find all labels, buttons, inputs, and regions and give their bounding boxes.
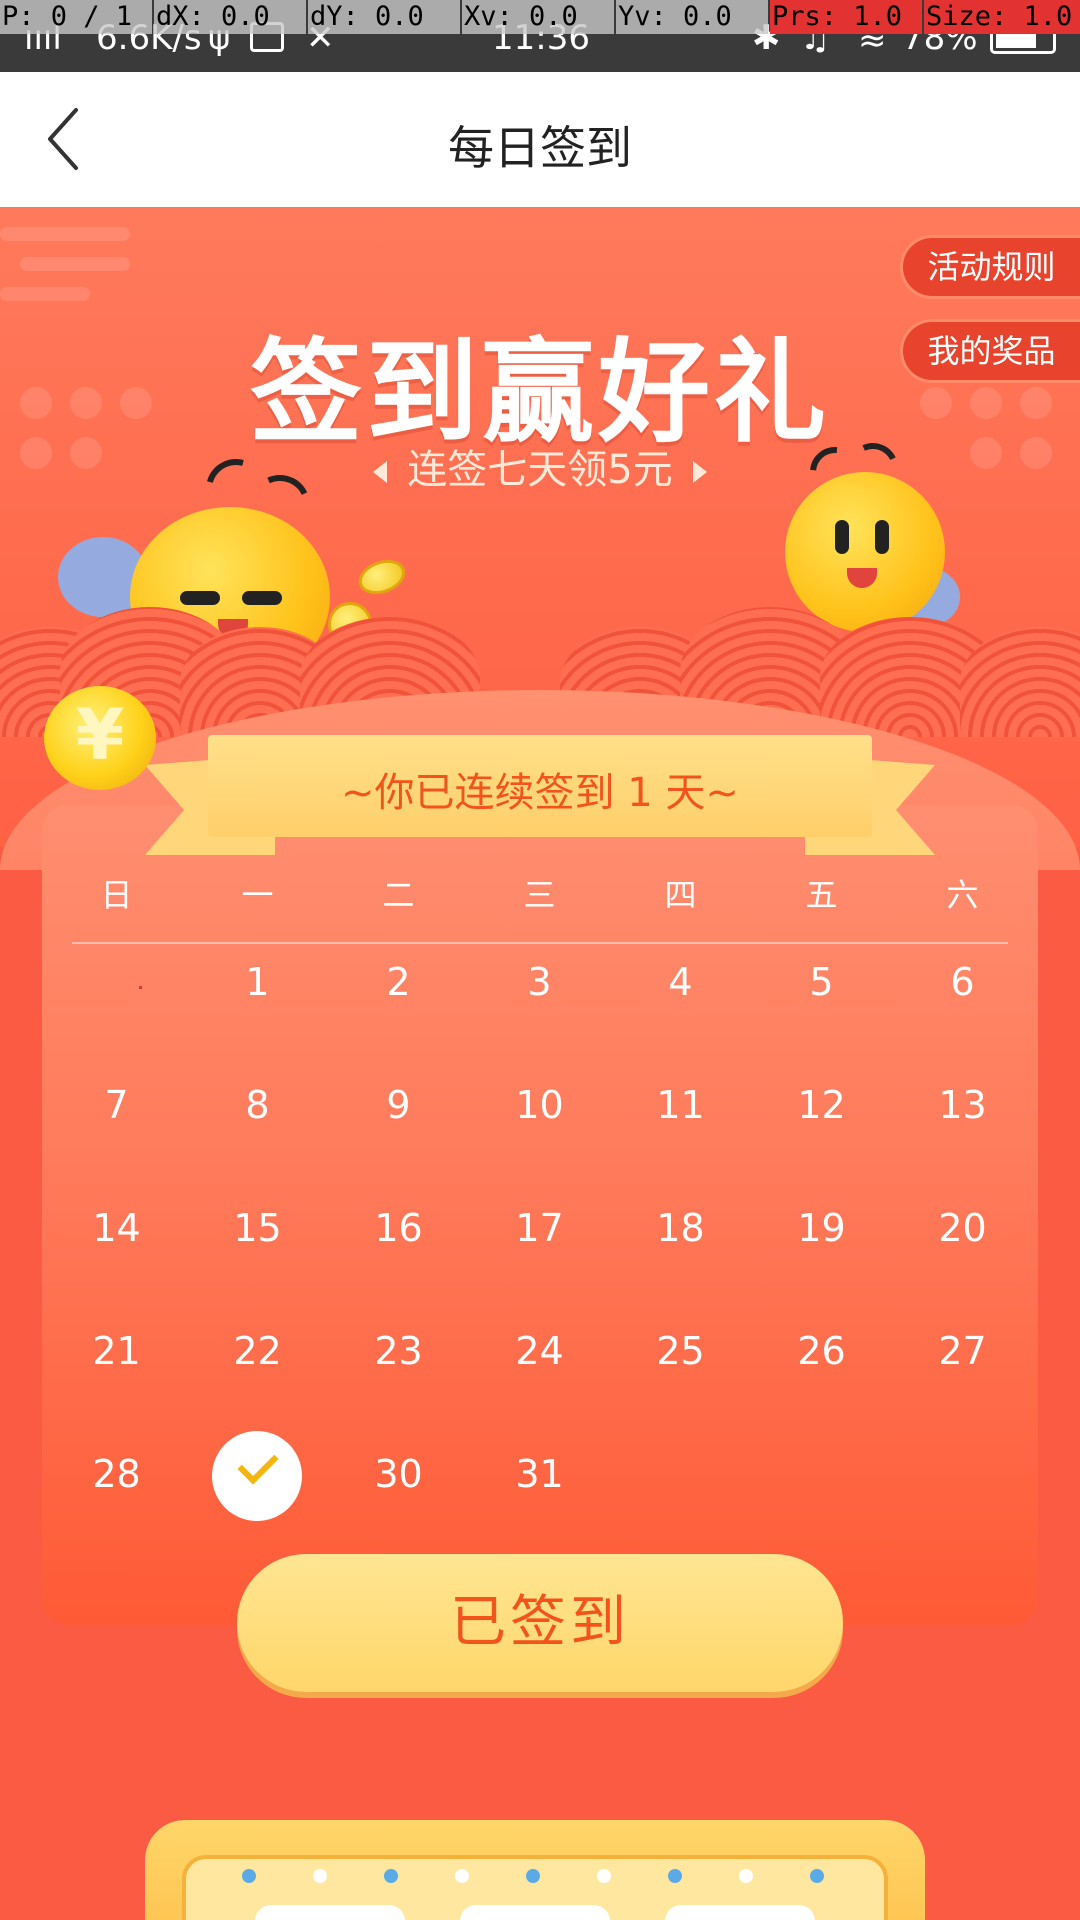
weekday-wed: 三 xyxy=(523,876,556,914)
banner-subtitle: 连签七天领5元 xyxy=(0,437,1080,495)
banner-subtitle-text: 连签七天领5元 xyxy=(407,447,673,493)
streak-text: ~你已连续签到 1 天~ xyxy=(341,770,739,816)
calendar-day[interactable]: 1 xyxy=(187,960,328,1004)
calendar-day[interactable]: 3 xyxy=(469,960,610,1004)
nav-bar: 每日签到 xyxy=(0,72,1080,207)
marquee-light xyxy=(455,1869,469,1883)
weekday-mon: 一 xyxy=(241,876,274,914)
marquee-light xyxy=(810,1869,824,1883)
debug-size: Size: 1.0 xyxy=(924,0,1080,34)
calendar-day[interactable]: 11 xyxy=(610,1083,751,1127)
calendar-day[interactable]: 9 xyxy=(328,1083,469,1127)
calendar-day[interactable]: 7 xyxy=(46,1083,187,1127)
calendar-day[interactable]: 20 xyxy=(892,1206,1033,1250)
coin-icon xyxy=(353,553,411,601)
calendar-day[interactable]: 4 xyxy=(610,960,751,1004)
calendar-day[interactable]: 22 xyxy=(187,1329,328,1373)
calendar-day[interactable]: 26 xyxy=(751,1329,892,1373)
page-title: 每日签到 xyxy=(448,121,632,175)
marquee-light xyxy=(242,1869,256,1883)
debug-xv: Xv: 0.0 xyxy=(462,0,614,34)
calendar-day[interactable]: 30 xyxy=(328,1452,469,1496)
marquee-light xyxy=(597,1869,611,1883)
calendar-day[interactable]: 5 xyxy=(751,960,892,1004)
empty-day-dot xyxy=(139,986,142,989)
weekday-sat: 六 xyxy=(946,876,979,914)
triangle-left-icon xyxy=(373,461,388,483)
marquee-light xyxy=(384,1869,398,1883)
calendar-day[interactable]: 23 xyxy=(328,1329,469,1373)
calendar-day[interactable]: 13 xyxy=(892,1083,1033,1127)
bee-mascot-right xyxy=(785,472,945,632)
signed-in-button[interactable]: 已签到 xyxy=(237,1554,843,1692)
yen-coin-icon: ¥ xyxy=(44,686,156,790)
marquee-light xyxy=(526,1869,540,1883)
calendar-day[interactable]: 25 xyxy=(610,1329,751,1373)
calendar-day[interactable]: 31 xyxy=(469,1452,610,1496)
calendar-day[interactable]: 28 xyxy=(46,1452,187,1496)
my-prizes-button[interactable]: 我的奖品 xyxy=(900,319,1080,383)
calendar-day[interactable]: 18 xyxy=(610,1206,751,1250)
debug-pressure: Prs: 1.0 xyxy=(770,0,922,34)
marquee-light xyxy=(313,1869,327,1883)
calendar-day[interactable]: 6 xyxy=(892,960,1033,1004)
calendar-day[interactable]: 27 xyxy=(892,1329,1033,1373)
weekday-divider xyxy=(72,942,1008,944)
debug-yv: Yv: 0.0 xyxy=(616,0,768,34)
calendar-day[interactable]: 17 xyxy=(469,1206,610,1250)
debug-dx: dX: 0.0 xyxy=(154,0,306,34)
calendar-day-checked[interactable] xyxy=(212,1431,302,1521)
activity-rules-button[interactable]: 活动规则 xyxy=(900,235,1080,299)
weekday-sun: 日 xyxy=(100,876,133,914)
calendar-day[interactable]: 8 xyxy=(187,1083,328,1127)
debug-pointer-count: P: 0 / 1 xyxy=(0,0,152,34)
prize-slot[interactable] xyxy=(460,1905,610,1920)
calendar-day[interactable]: 19 xyxy=(751,1206,892,1250)
calendar-day[interactable]: 14 xyxy=(46,1206,187,1250)
calendar-day[interactable]: 12 xyxy=(751,1083,892,1127)
weekday-fri: 五 xyxy=(805,876,838,914)
prize-slot[interactable] xyxy=(665,1905,815,1920)
calendar-day[interactable]: 21 xyxy=(46,1329,187,1373)
weekday-thu: 四 xyxy=(664,876,697,914)
calendar-day[interactable]: 24 xyxy=(469,1329,610,1373)
pointer-debug-overlay: P: 0 / 1 dX: 0.0 dY: 0.0 Xv: 0.0 Yv: 0.0… xyxy=(0,0,1080,34)
prize-slot[interactable] xyxy=(255,1905,405,1920)
weekday-tue: 二 xyxy=(382,876,415,914)
marquee-light xyxy=(739,1869,753,1883)
calendar-day[interactable]: 16 xyxy=(328,1206,469,1250)
calendar-day[interactable]: 10 xyxy=(469,1083,610,1127)
calendar-day[interactable]: 15 xyxy=(187,1206,328,1250)
triangle-right-icon xyxy=(692,461,707,483)
calendar-day[interactable]: 2 xyxy=(328,960,469,1004)
marquee-light xyxy=(668,1869,682,1883)
debug-dy: dY: 0.0 xyxy=(308,0,460,34)
